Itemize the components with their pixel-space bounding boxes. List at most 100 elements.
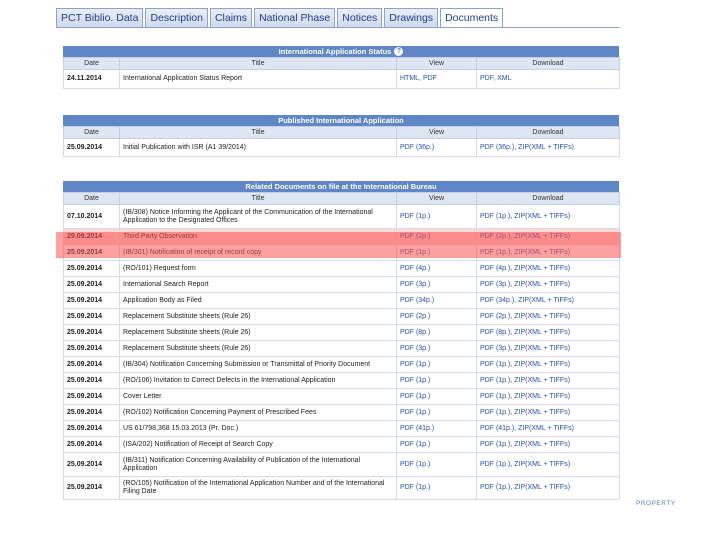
published-panel: Published International Application Date…: [63, 115, 620, 157]
title-cell: Application Body as Filed: [119, 292, 397, 309]
tab-pct-biblio-data[interactable]: PCT Biblio. Data: [56, 8, 144, 27]
date-cell: 25.09.2014: [63, 372, 120, 389]
download-link[interactable]: PDF (1p.), ZIP(XML + TIFFs): [476, 404, 620, 421]
title-cell: (IB/311) Notification Concerning Availab…: [119, 452, 397, 477]
published-table: Date Title View Download 25.09.2014 Initial P…: [63, 126, 620, 157]
table-row: 25.09.2014 (RO/101) Request form PDF (4p.)…: [63, 260, 620, 277]
view-link[interactable]: PDF (36p.): [396, 138, 477, 157]
view-link[interactable]: PDF (1p.): [396, 476, 477, 500]
view-link[interactable]: PDF (1p.): [396, 204, 477, 229]
status-section-title: International Application Status?: [63, 46, 619, 57]
view-link[interactable]: PDF (2p.): [396, 308, 477, 325]
table-row: 25.09.2014 (ISA/202) Notification of Rece…: [63, 436, 620, 453]
title-cell: International Search Report: [119, 276, 397, 293]
view-link[interactable]: PDF (8p.): [396, 324, 477, 341]
tab-national-phase[interactable]: National Phase: [254, 8, 336, 27]
view-link[interactable]: PDF (1p.): [396, 452, 477, 477]
table-row: 25.09.2014 (RO/105) Notification of the I…: [63, 476, 620, 500]
date-cell: 25.09.2014: [63, 260, 120, 277]
title-cell: Replacement Substitute sheets (Rule 26): [119, 340, 397, 357]
view-link[interactable]: PDF (3p.): [396, 276, 477, 293]
download-link[interactable]: PDF (8p.), ZIP(XML + TIFFs): [476, 324, 620, 341]
view-link[interactable]: PDF (1p.): [396, 436, 477, 453]
date-cell: 29.09.2014: [63, 228, 120, 245]
table-row: 25.09.2014 (RO/102) Notification Concerni…: [63, 404, 620, 421]
title-cell: International Application Status Report: [119, 69, 397, 89]
view-link[interactable]: PDF (3p.): [396, 340, 477, 357]
date-cell: 25.09.2014: [63, 324, 120, 341]
table-row: 29.09.2014 Third Party Observation PDF (2p…: [63, 228, 620, 245]
title-cell: (RO/101) Request form: [119, 260, 397, 277]
title-cell: (RO/102) Notification Concerning Payment…: [119, 404, 397, 421]
download-link[interactable]: PDF (34p.), ZIP(XML + TIFFs): [476, 292, 620, 309]
download-link[interactable]: PDF (1p.), ZIP(XML + TIFFs): [476, 372, 620, 389]
column-header: Date: [63, 57, 120, 70]
column-header: Date: [63, 126, 120, 139]
download-link[interactable]: PDF (1p.), ZIP(XML + TIFFs): [476, 476, 620, 500]
view-link[interactable]: PDF (1p.): [396, 244, 477, 261]
download-link[interactable]: PDF (1p.), ZIP(XML + TIFFs): [476, 436, 620, 453]
column-header: Title: [119, 126, 397, 139]
column-header: Date: [63, 192, 120, 205]
table-header-row: Date Title View Download: [63, 192, 620, 205]
related-section-title: Related Documents on file at the Interna…: [63, 181, 619, 192]
date-cell: 25.09.2014: [63, 436, 120, 453]
view-link[interactable]: HTML, PDF: [396, 69, 477, 89]
tab-claims[interactable]: Claims: [209, 8, 253, 27]
help-icon[interactable]: ?: [394, 47, 404, 56]
title-cell: Replacement Substitute sheets (Rule 26): [119, 308, 397, 325]
table-header-row: Date Title View Download: [63, 57, 620, 70]
date-cell: 25.09.2014: [63, 244, 120, 261]
date-cell: 24.11.2014: [63, 69, 120, 89]
column-header: Download: [476, 126, 620, 139]
view-link[interactable]: PDF (41p.): [396, 420, 477, 437]
tab-bar: PCT Biblio. Data Description Claims Nationa…: [56, 8, 504, 27]
download-link[interactable]: PDF (2p.), ZIP(XML + TIFFs): [476, 228, 620, 245]
table-row: 25.09.2014 Replacement Substitute sheets …: [63, 308, 620, 325]
status-panel: International Application Status? Date Ti…: [63, 46, 620, 89]
download-link[interactable]: PDF (1p.), ZIP(XML + TIFFs): [476, 388, 620, 405]
download-link[interactable]: PDF (1p.), ZIP(XML + TIFFs): [476, 244, 620, 261]
related-table: Date Title View Download 07.10.2014 (IB/308) …: [63, 192, 620, 500]
date-cell: 25.09.2014: [63, 420, 120, 437]
download-link[interactable]: PDF (1p.), ZIP(XML + TIFFs): [476, 452, 620, 477]
view-link[interactable]: PDF (2p.): [396, 228, 477, 245]
view-link[interactable]: PDF (1p.): [396, 356, 477, 373]
footer-text: PROPERTY: [636, 500, 676, 507]
table-row: 25.09.2014 Cover Letter PDF (1p.) PDF (1p.)…: [63, 388, 620, 405]
date-cell: 25.09.2014: [63, 452, 120, 477]
table-header-row: Date Title View Download: [63, 126, 620, 139]
published-section-title: Published International Application: [63, 115, 619, 126]
download-link[interactable]: PDF, XML: [476, 69, 620, 89]
column-header: Title: [119, 57, 397, 70]
column-header: Download: [476, 192, 620, 205]
view-link[interactable]: PDF (1p.): [396, 404, 477, 421]
view-link[interactable]: PDF (1p.): [396, 388, 477, 405]
download-link[interactable]: PDF (3p.), ZIP(XML + TIFFs): [476, 276, 620, 293]
download-link[interactable]: PDF (36p.), ZIP(XML + TIFFs): [476, 138, 620, 157]
download-link[interactable]: PDF (41p.), ZIP(XML + TIFFs): [476, 420, 620, 437]
download-link[interactable]: PDF (1p.), ZIP(XML + TIFFs): [476, 204, 620, 229]
date-cell: 25.09.2014: [63, 356, 120, 373]
title-cell: Third Party Observation: [119, 228, 397, 245]
column-header: View: [396, 57, 477, 70]
tab-notices[interactable]: Notices: [337, 8, 383, 27]
download-link[interactable]: PDF (3p.), ZIP(XML + TIFFs): [476, 340, 620, 357]
date-cell: 25.09.2014: [63, 340, 120, 357]
download-link[interactable]: PDF (2p.), ZIP(XML + TIFFs): [476, 308, 620, 325]
title-cell: (ISA/202) Notification of Receipt of Sea…: [119, 436, 397, 453]
view-link[interactable]: PDF (1p.): [396, 372, 477, 389]
title-cell: Replacement Substitute sheets (Rule 26): [119, 324, 397, 341]
view-link[interactable]: PDF (4p.): [396, 260, 477, 277]
view-link[interactable]: PDF (34p.): [396, 292, 477, 309]
tab-description[interactable]: Description: [145, 8, 208, 27]
title-cell: US 61/798,368 15.03.2013 (Pr. Doc.): [119, 420, 397, 437]
download-link[interactable]: PDF (1p.), ZIP(XML + TIFFs): [476, 356, 620, 373]
tab-drawings[interactable]: Drawings: [384, 8, 439, 27]
date-cell: 25.09.2014: [63, 138, 120, 157]
column-header: View: [396, 192, 477, 205]
tab-documents[interactable]: Documents: [440, 8, 504, 27]
download-link[interactable]: PDF (4p.), ZIP(XML + TIFFs): [476, 260, 620, 277]
title-cell: (RO/106) Invitation to Correct Defects i…: [119, 372, 397, 389]
column-header: Title: [119, 192, 397, 205]
